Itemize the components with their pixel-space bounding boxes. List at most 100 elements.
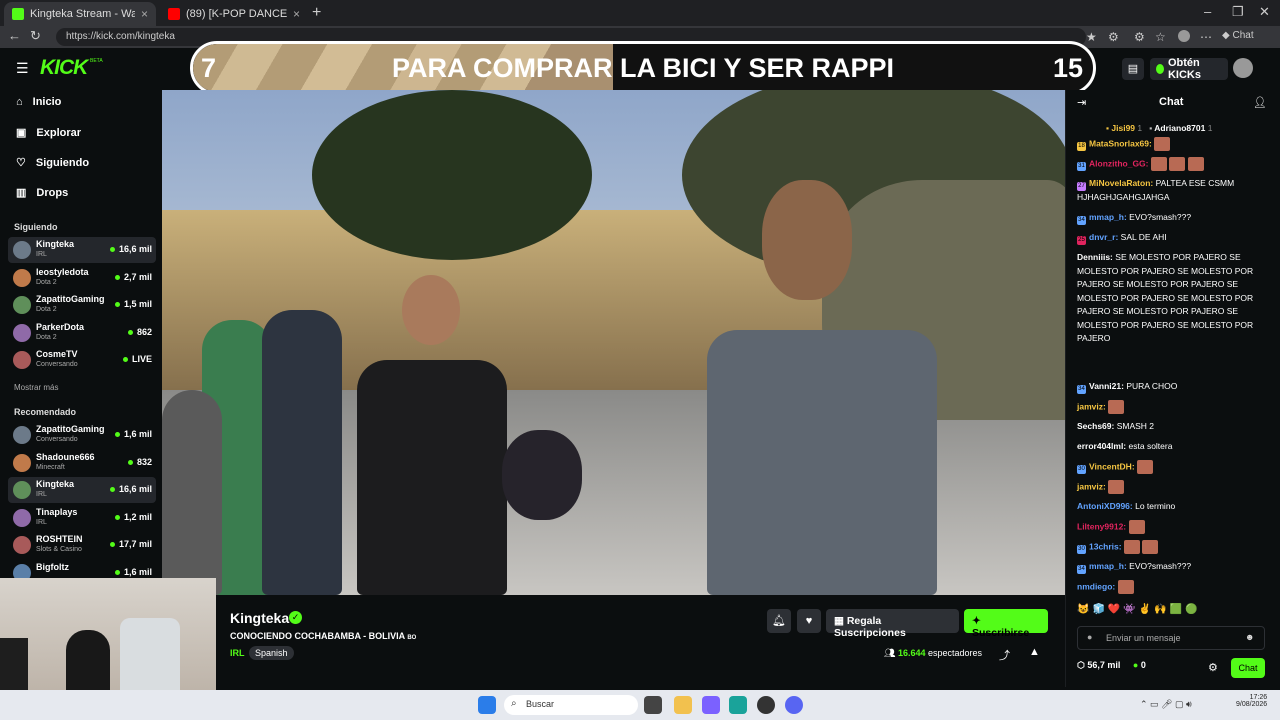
sidebar-channel-item[interactable]: Kingteka IRL 16,6 mil [8,477,156,503]
channel-category: IRL [36,251,47,258]
channel-avatar [13,296,31,314]
nav-label: Explorar [36,126,82,139]
beta-badge: BETA [90,58,103,64]
subscribe-button[interactable]: ✦ Suscribirse [964,609,1048,639]
start-menu-icon[interactable] [478,696,496,714]
recommended-section-title: Recomendado [14,407,77,417]
sidebar-channel-item[interactable]: ParkerDota Dota 2 862 [8,320,156,346]
sidebar-channel-item[interactable]: ZapatitoGaming Conversando 1,6 mil [8,422,156,448]
top-gifter-name[interactable]: Adriano8701 [1154,123,1205,133]
chat-message: 27 MiNovelaRaton: PALTEA ESE CSMM HJHAGHJ… [1077,177,1267,205]
back-icon[interactable]: ← [8,28,21,43]
favorites-icon[interactable]: ☆ [1155,30,1166,44]
collapse-chat-icon[interactable]: ⇥ [1077,96,1086,109]
taskbar-search[interactable]: Buscar [504,695,638,715]
chat-username[interactable]: Alonzitho_GG: [1089,158,1149,168]
chat-username[interactable]: 13chris: [1089,541,1122,551]
chat-users-icon[interactable]: 👤︎ [1253,96,1267,109]
app-icon[interactable] [757,696,775,714]
category-link[interactable]: IRL [230,648,245,658]
sidebar-channel-item[interactable]: CosmeTV Conversando LIVE [8,347,156,373]
chat-username[interactable]: Lilteny9912: [1077,521,1126,531]
close-window-icon[interactable]: ✕ [1259,4,1270,20]
chat-username[interactable]: VincentDH: [1089,461,1135,471]
sidebar-channel-item[interactable]: ROSHTEIN Slots & Casino 17,7 mil [8,532,156,558]
close-tab-icon[interactable]: × [141,7,148,21]
new-tab-icon[interactable]: + [312,4,321,22]
share-icon[interactable]: ⤴ [999,647,1010,663]
sidebar-item-siguiendo[interactable]: ♡ Siguiendo [16,156,89,170]
channel-avatar [13,536,31,554]
reload-icon[interactable]: ↻ [30,28,41,44]
layout-toggle-button[interactable]: ▤ [1122,58,1144,80]
minimize-icon[interactable]: – [1204,4,1211,19]
user-avatar[interactable] [1233,58,1253,78]
hamburger-menu-icon[interactable]: ☰ [16,60,29,77]
chat-message: jamviz: [1077,400,1267,414]
profile-icon[interactable] [1178,30,1190,42]
discord-icon[interactable] [785,696,803,714]
video-player[interactable] [162,90,1065,595]
show-more-link[interactable]: Mostrar más [14,383,58,392]
streamer-name[interactable]: Kingteka [230,610,289,626]
maximize-icon[interactable]: ❐ [1232,4,1244,20]
taskbar-clock[interactable]: 17:26 9/08/2026 [1236,694,1267,708]
app-icon[interactable] [702,696,720,714]
follow-heart-icon[interactable]: ♥ [797,609,821,633]
more-menu-icon[interactable]: ⋯ [1200,30,1212,44]
sidebar-item-drops[interactable]: ▥ Drops [16,186,68,200]
kick-logo[interactable]: KICK [40,56,88,80]
tab-youtube[interactable]: (89) [K-POP DANCE IN PUBLIC | O × [160,2,308,26]
sidebar-channel-item[interactable]: ZapatitoGaming Dota 2 1,5 mil [8,292,156,318]
sub-badge-icon: 34 [1077,385,1086,394]
channel-avatar [13,323,31,342]
sidebar-item-explorar[interactable]: ▣ Explorar [16,126,82,140]
sidebar-channel-item[interactable]: Kingteka IRL 16,6 mil [8,237,156,263]
kicks-icon: ● [1132,660,1139,670]
system-tray-icons[interactable]: ⌃ ▭ 🎤︎ ▢ 🔊︎ [1140,699,1192,710]
get-kicks-button[interactable]: Obtén KICKs [1150,57,1228,81]
top-gifter-name[interactable]: Jisi99 [1111,123,1135,133]
chat-username[interactable]: jamviz: [1077,401,1106,411]
chat-message-input[interactable]: Enviar un mensaje [1077,626,1265,650]
gift-subs-button[interactable]: ▦ Regala Suscripciones [826,609,959,639]
edge-browser-icon[interactable] [729,696,747,714]
emoji-picker-icon[interactable]: ☻ [1245,632,1254,642]
chat-username[interactable]: MiNovelaRaton: [1089,178,1153,188]
close-tab-icon[interactable]: × [293,7,300,21]
notifications-bell-icon[interactable]: 🔔︎ [767,609,791,633]
sidebar-channel-item[interactable]: Shadoune666 Minecraft 832 [8,450,156,476]
chat-username[interactable]: AntoniXD996: [1077,501,1133,511]
chat-username[interactable]: mmap_h: [1089,212,1127,222]
emote-bar[interactable]: 😺🧊❤️👾✌️🙌🟩🟢 [1077,604,1201,615]
chat-footer: ⬡ 56,7 mil ● 0 [1077,660,1146,671]
copilot-chat-button[interactable]: ◆ Chat [1222,30,1254,41]
chat-username[interactable]: mmap_h: [1089,561,1127,571]
channel-points[interactable]: 56,7 mil [1087,660,1120,670]
settings-icon[interactable]: ⚙ [1134,30,1145,44]
chat-send-button[interactable]: Chat [1231,658,1265,678]
bookmark-star-icon[interactable]: ★ [1086,30,1097,44]
chat-username[interactable]: nmdiego: [1077,581,1115,591]
chat-username[interactable]: error404lml: [1077,441,1126,451]
task-view-icon[interactable] [644,696,662,714]
file-explorer-icon[interactable] [674,696,692,714]
channel-avatar [13,268,31,287]
explore-icon: ▣ [16,127,27,139]
chat-username[interactable]: MataSnorlax69: [1089,138,1152,148]
chat-settings-gear-icon[interactable]: ⚙ [1208,661,1218,674]
chat-username[interactable]: dnvr_r: [1089,232,1118,242]
sub-badge-icon: 31 [1077,162,1086,172]
chat-text: EVO?smash??? [1129,561,1192,571]
report-warning-icon[interactable]: ▲ [1029,646,1040,658]
chat-username[interactable]: jamviz: [1077,481,1106,491]
sidebar-channel-item[interactable]: Tinaplays IRL 1,2 mil [8,505,156,531]
language-tag[interactable]: Spanish [249,646,294,660]
sidebar-item-inicio[interactable]: ⌂ Inicio [16,96,61,108]
tab-kick[interactable]: Kingteka Stream - Watch Live on K × [4,2,156,26]
sidebar-channel-item[interactable]: leostyledota Dota 2 2,7 mil [8,265,156,291]
chat-username[interactable]: Sechs69: [1077,421,1114,431]
extensions-icon[interactable]: ⚙ [1108,30,1119,44]
chat-username[interactable]: Vanni21: [1089,381,1124,391]
chat-username[interactable]: Denniiis: [1077,252,1113,262]
